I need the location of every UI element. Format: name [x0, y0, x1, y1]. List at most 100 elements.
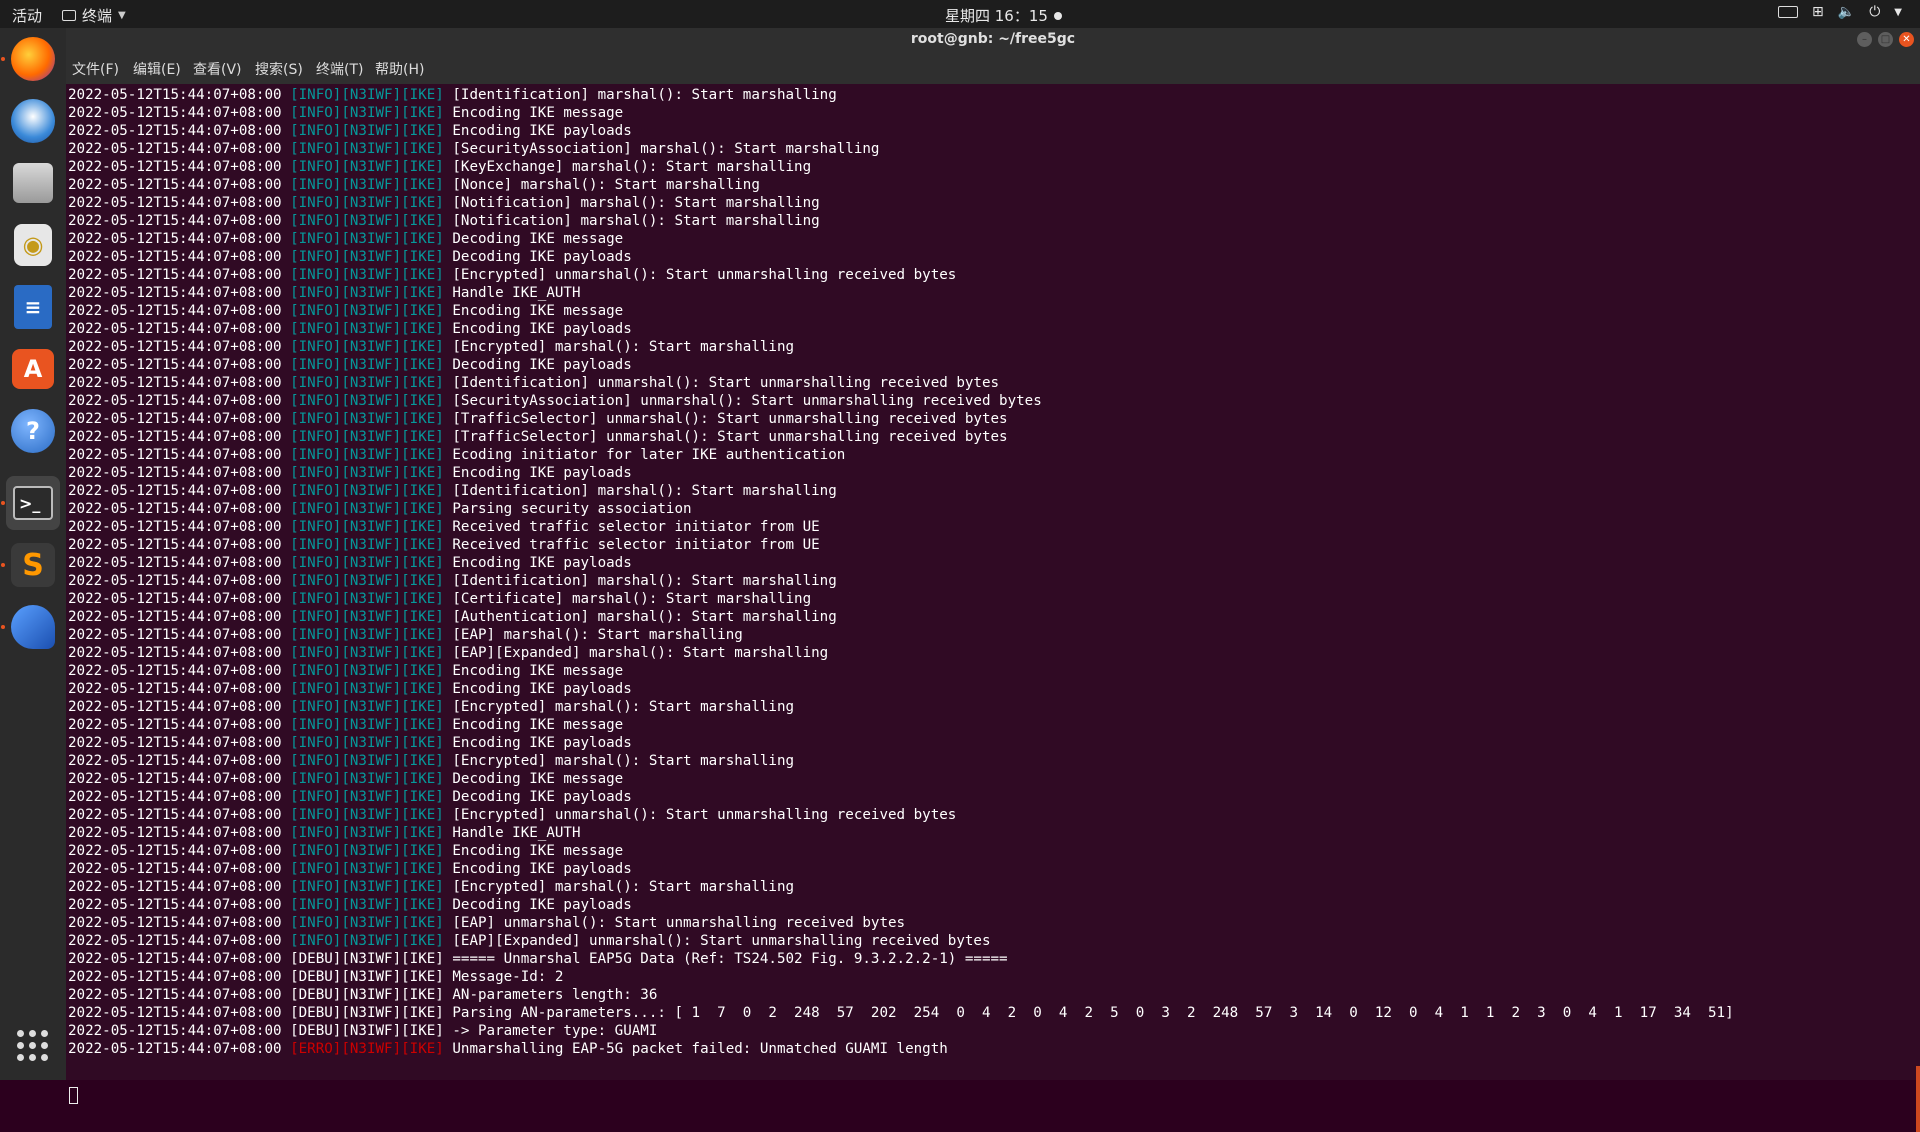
- volume-icon[interactable]: 🔈: [1838, 4, 1855, 20]
- log-timestamp: 2022-05-12T15:44:07+08:00: [68, 375, 282, 391]
- menubar: 文件(F) 编辑(E) 查看(V) 搜索(S) 终端(T) 帮助(H): [66, 52, 1920, 84]
- scrollbar[interactable]: [1916, 1066, 1920, 1132]
- log-line: 2022-05-12T15:44:07+08:00 [INFO][N3IWF][…: [68, 572, 837, 590]
- log-timestamp: 2022-05-12T15:44:07+08:00: [68, 123, 282, 139]
- terminal-window: root@gnb: ~/free5gc – □ ✕ 文件(F) 编辑(E) 查看…: [66, 28, 1920, 1132]
- log-tag: [INFO][N3IWF][IKE]: [290, 591, 444, 607]
- log-line: 2022-05-12T15:44:07+08:00 [INFO][N3IWF][…: [68, 806, 956, 824]
- menu-search[interactable]: 搜索(S): [255, 59, 303, 79]
- log-line: 2022-05-12T15:44:07+08:00 [INFO][N3IWF][…: [68, 86, 837, 104]
- log-line: 2022-05-12T15:44:07+08:00 [INFO][N3IWF][…: [68, 158, 811, 176]
- log-timestamp: 2022-05-12T15:44:07+08:00: [68, 537, 282, 553]
- log-line: 2022-05-12T15:44:07+08:00 [INFO][N3IWF][…: [68, 680, 632, 698]
- log-timestamp: 2022-05-12T15:44:07+08:00: [68, 501, 282, 517]
- power-icon[interactable]: ⏻: [1869, 4, 1880, 20]
- dock-rhythmbox[interactable]: ◉: [6, 218, 60, 272]
- log-line: 2022-05-12T15:44:07+08:00 [INFO][N3IWF][…: [68, 104, 623, 122]
- log-tag: [INFO][N3IWF][IKE]: [290, 555, 444, 571]
- dock-firefox[interactable]: [6, 32, 60, 86]
- rhythmbox-icon: ◉: [14, 224, 52, 266]
- log-timestamp: 2022-05-12T15:44:07+08:00: [68, 177, 282, 193]
- log-message: [Encrypted] unmarshal(): Start unmarshal…: [452, 807, 957, 823]
- log-line: 2022-05-12T15:44:07+08:00 [INFO][N3IWF][…: [68, 824, 581, 842]
- clock[interactable]: 星期四 16：15: [945, 5, 1062, 26]
- maximize-icon[interactable]: □: [1878, 32, 1893, 47]
- chevron-down-icon[interactable]: ▼: [1894, 7, 1902, 18]
- log-timestamp: 2022-05-12T15:44:07+08:00: [68, 411, 282, 427]
- log-timestamp: 2022-05-12T15:44:07+08:00: [68, 681, 282, 697]
- log-message: [Identification] marshal(): Start marsha…: [452, 87, 837, 103]
- log-tag: [INFO][N3IWF][IKE]: [290, 807, 444, 823]
- show-applications-icon[interactable]: [17, 1030, 49, 1062]
- log-line: 2022-05-12T15:44:07+08:00 [INFO][N3IWF][…: [68, 428, 1008, 446]
- log-timestamp: 2022-05-12T15:44:07+08:00: [68, 735, 282, 751]
- log-message: Decoding IKE payloads: [452, 789, 632, 805]
- app-menu[interactable]: 终端 ▼: [62, 5, 126, 26]
- chevron-down-icon: ▼: [118, 10, 126, 21]
- log-line: 2022-05-12T15:44:07+08:00 [INFO][N3IWF][…: [68, 716, 623, 734]
- minimize-icon[interactable]: –: [1857, 32, 1872, 47]
- activities-button[interactable]: 活动: [12, 5, 42, 26]
- dock-wireshark[interactable]: [6, 600, 60, 654]
- log-tag: [INFO][N3IWF][IKE]: [290, 519, 444, 535]
- menu-terminal[interactable]: 终端(T): [316, 59, 363, 79]
- log-tag: [INFO][N3IWF][IKE]: [290, 573, 444, 589]
- log-line: 2022-05-12T15:44:07+08:00 [INFO][N3IWF][…: [68, 230, 623, 248]
- terminal-mini-icon: [62, 10, 76, 21]
- log-line: 2022-05-12T15:44:07+08:00 [INFO][N3IWF][…: [68, 410, 1008, 428]
- dock-terminal[interactable]: >_: [6, 476, 60, 530]
- log-message: ===== Unmarshal EAP5G Data (Ref: TS24.50…: [452, 951, 1008, 967]
- log-tag: [INFO][N3IWF][IKE]: [290, 231, 444, 247]
- log-tag: [INFO][N3IWF][IKE]: [290, 375, 444, 391]
- log-tag: [INFO][N3IWF][IKE]: [290, 447, 444, 463]
- log-message: Encoding IKE message: [452, 663, 624, 679]
- log-timestamp: 2022-05-12T15:44:07+08:00: [68, 429, 282, 445]
- log-message: [SecurityAssociation] unmarshal(): Start…: [452, 393, 1042, 409]
- log-line: 2022-05-12T15:44:07+08:00 [INFO][N3IWF][…: [68, 266, 956, 284]
- running-indicator: [1, 57, 5, 61]
- menu-file[interactable]: 文件(F): [72, 59, 119, 79]
- log-timestamp: 2022-05-12T15:44:07+08:00: [68, 915, 282, 931]
- log-message: [Encrypted] marshal(): Start marshalling: [452, 753, 795, 769]
- app-menu-label: 终端: [82, 7, 113, 25]
- dock-software[interactable]: A: [6, 342, 60, 396]
- log-message: Ecoding initiator for later IKE authenti…: [452, 447, 846, 463]
- log-tag: [INFO][N3IWF][IKE]: [290, 843, 444, 859]
- log-line: 2022-05-12T15:44:07+08:00 [INFO][N3IWF][…: [68, 212, 820, 230]
- log-message: [Notification] marshal(): Start marshall…: [452, 213, 820, 229]
- running-indicator: [1, 501, 5, 505]
- dock-sublime[interactable]: S: [6, 538, 60, 592]
- log-line: 2022-05-12T15:44:07+08:00 [INFO][N3IWF][…: [68, 500, 692, 518]
- log-tag: [INFO][N3IWF][IKE]: [290, 105, 444, 121]
- log-timestamp: 2022-05-12T15:44:07+08:00: [68, 213, 282, 229]
- log-timestamp: 2022-05-12T15:44:07+08:00: [68, 825, 282, 841]
- window-titlebar[interactable]: root@gnb: ~/free5gc – □ ✕: [66, 28, 1920, 52]
- dock-files[interactable]: [6, 156, 60, 210]
- dock-help[interactable]: ?: [6, 404, 60, 458]
- log-timestamp: 2022-05-12T15:44:07+08:00: [68, 1023, 282, 1039]
- log-line: 2022-05-12T15:44:07+08:00 [INFO][N3IWF][…: [68, 860, 632, 878]
- dock-writer[interactable]: ≡: [6, 280, 60, 334]
- log-line: 2022-05-12T15:44:07+08:00 [INFO][N3IWF][…: [68, 284, 581, 302]
- log-tag: [INFO][N3IWF][IKE]: [290, 195, 444, 211]
- menu-view[interactable]: 查看(V): [193, 59, 242, 79]
- log-line: 2022-05-12T15:44:07+08:00 [INFO][N3IWF][…: [68, 788, 632, 806]
- menu-help[interactable]: 帮助(H): [375, 59, 424, 79]
- log-tag: [INFO][N3IWF][IKE]: [290, 879, 444, 895]
- log-timestamp: 2022-05-12T15:44:07+08:00: [68, 555, 282, 571]
- keyboard-icon[interactable]: [1778, 6, 1799, 18]
- log-timestamp: 2022-05-12T15:44:07+08:00: [68, 951, 282, 967]
- log-line: 2022-05-12T15:44:07+08:00 [INFO][N3IWF][…: [68, 734, 632, 752]
- log-line: 2022-05-12T15:44:07+08:00 [INFO][N3IWF][…: [68, 122, 632, 140]
- menu-edit[interactable]: 编辑(E): [133, 59, 181, 79]
- close-icon[interactable]: ✕: [1899, 32, 1914, 47]
- log-tag: [DEBU][N3IWF][IKE]: [290, 1023, 444, 1039]
- log-line: 2022-05-12T15:44:07+08:00 [INFO][N3IWF][…: [68, 590, 811, 608]
- writer-icon: ≡: [14, 285, 52, 329]
- log-timestamp: 2022-05-12T15:44:07+08:00: [68, 87, 282, 103]
- log-message: AN-parameters length: 36: [452, 987, 658, 1003]
- network-icon[interactable]: ⊞: [1812, 4, 1824, 20]
- log-timestamp: 2022-05-12T15:44:07+08:00: [68, 771, 282, 787]
- terminal-output[interactable]: 2022-05-12T15:44:07+08:00 [INFO][N3IWF][…: [66, 84, 1920, 1132]
- dock-thunderbird[interactable]: [6, 94, 60, 148]
